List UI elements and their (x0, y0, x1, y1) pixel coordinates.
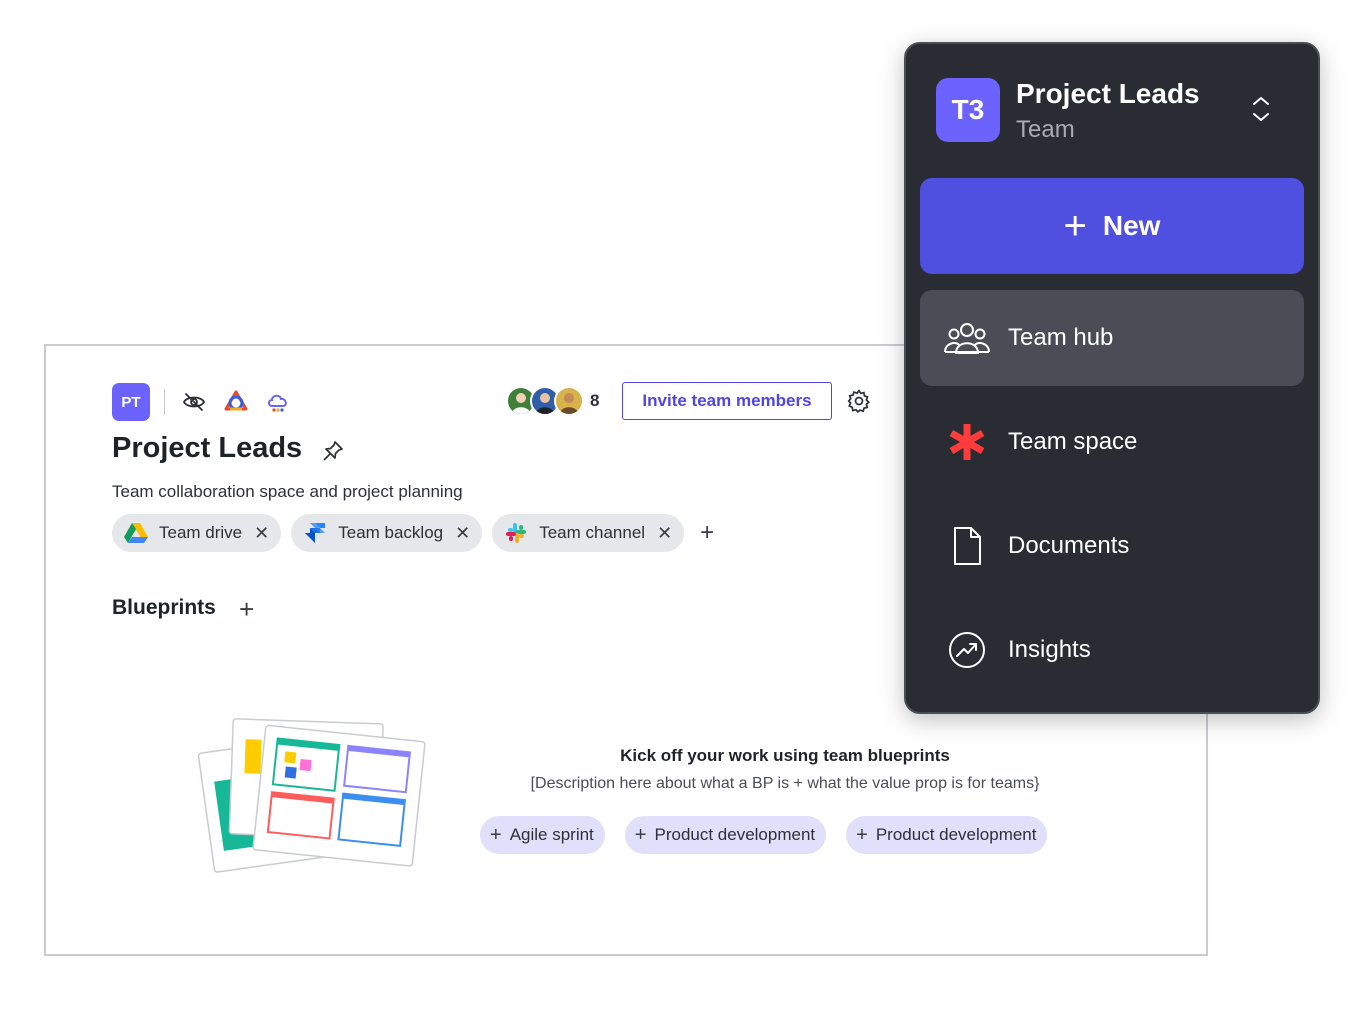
google-drive-icon (123, 520, 149, 546)
blueprints-illustration (196, 716, 426, 881)
link-chip-label: Team drive (159, 523, 243, 542)
jira-icon (302, 520, 328, 546)
link-chip-label: Team channel (539, 523, 646, 542)
new-button[interactable]: + New (920, 178, 1304, 274)
eye-off-icon[interactable] (181, 389, 207, 415)
loop-app-icon[interactable] (223, 389, 249, 415)
member-avatars[interactable]: 8 (506, 386, 599, 416)
workspace-menu-panel: T3 Project Leads Team + New Team hub Tea… (904, 42, 1320, 714)
trend-up-icon (942, 625, 992, 675)
add-link-button[interactable]: + (700, 519, 714, 547)
plus-icon: + (634, 823, 647, 846)
people-icon (942, 313, 992, 363)
workspace-name[interactable]: Project Leads (1016, 78, 1200, 110)
linked-resources: Team drive ✕ Team backlog ✕ Team channel… (112, 514, 714, 552)
workspace-avatar-badge: T3 (936, 78, 1000, 142)
slack-icon (503, 520, 529, 546)
page-title: Project Leads (112, 432, 303, 464)
invite-team-members-button[interactable]: Invite team members (622, 382, 832, 420)
page-description: Team collaboration space and project pla… (112, 482, 463, 501)
nav-item-insights[interactable]: Insights (920, 602, 1304, 698)
blueprint-chip-product-development[interactable]: + Product development (624, 816, 827, 854)
nav-item-label: Documents (1008, 532, 1130, 559)
close-icon[interactable]: ✕ (254, 523, 269, 544)
blueprints-cta-heading: Kick off your work using team blueprints (620, 746, 950, 765)
cloud-app-icon[interactable] (265, 389, 291, 415)
blueprint-chips: + Agile sprint + Product development + P… (480, 816, 1048, 854)
avatar (554, 386, 584, 416)
blueprint-chip-product-development-2[interactable]: + Product development (846, 816, 1048, 854)
nav-item-documents[interactable]: Documents (920, 498, 1304, 594)
nav-item-label: Insights (1008, 636, 1091, 663)
nav-item-label: Team space (1008, 428, 1138, 455)
header-icons-row: PT (112, 383, 307, 421)
nav-item-team-space[interactable]: Team space (920, 394, 1304, 490)
close-icon[interactable]: ✕ (657, 523, 672, 544)
gear-icon[interactable] (846, 388, 872, 419)
asterisk-icon (942, 417, 992, 467)
add-blueprint-button[interactable]: + (239, 594, 254, 625)
pin-icon[interactable] (321, 439, 345, 468)
link-chip-label: Team backlog (338, 523, 444, 542)
blueprint-chip-label: Agile sprint (509, 825, 594, 844)
blueprint-chip-label: Product development (654, 825, 816, 844)
link-chip-team-backlog[interactable]: Team backlog ✕ (291, 514, 483, 552)
plus-icon: + (490, 823, 502, 846)
new-button-label: New (1102, 210, 1161, 241)
blueprint-chip-agile-sprint[interactable]: + Agile sprint (480, 816, 605, 854)
member-count: 8 (590, 391, 600, 410)
team-avatar-badge[interactable]: PT (112, 383, 150, 421)
link-chip-team-drive[interactable]: Team drive ✕ (112, 514, 282, 552)
document-icon (942, 521, 992, 571)
nav-item-label: Team hub (1008, 324, 1114, 351)
divider (164, 389, 165, 415)
chevron-up-down-icon[interactable] (1250, 94, 1272, 129)
blueprint-chip-label: Product development (875, 825, 1037, 844)
blueprints-description: [Description here about what a BP is + w… (530, 775, 1040, 792)
plus-icon: + (1063, 204, 1087, 248)
workspace-type: Team (1016, 116, 1075, 143)
plus-icon: + (856, 823, 868, 846)
nav-item-team-hub[interactable]: Team hub (920, 290, 1304, 386)
close-icon[interactable]: ✕ (455, 523, 470, 544)
blueprints-heading: Blueprints (112, 596, 216, 619)
link-chip-team-channel[interactable]: Team channel ✕ (492, 514, 685, 552)
